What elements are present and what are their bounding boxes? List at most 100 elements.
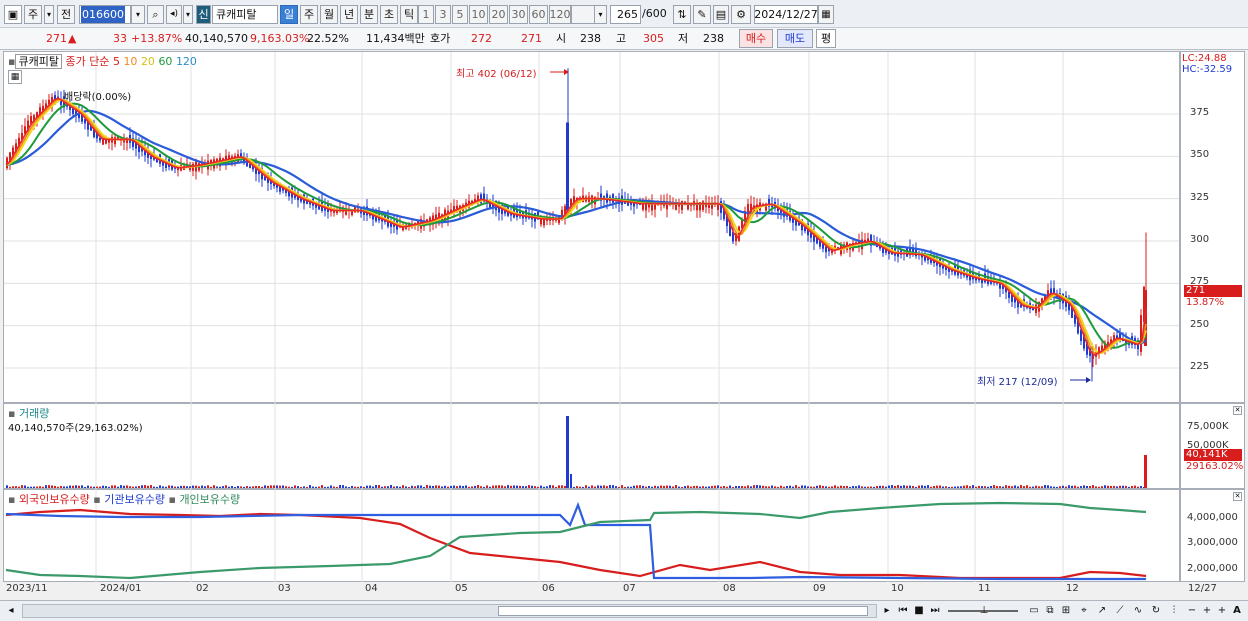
- scroll-right-icon[interactable]: ▸: [879, 603, 895, 619]
- hold-tick-2m: 2,000,000: [1187, 563, 1238, 574]
- scrollbar-track[interactable]: [22, 604, 877, 618]
- sell-button[interactable]: 매도: [777, 29, 813, 48]
- window-icon[interactable]: ▣: [4, 5, 22, 24]
- period-select[interactable]: 주: [24, 5, 42, 24]
- interval-1-button[interactable]: 1: [418, 5, 434, 24]
- prev-button[interactable]: 전: [57, 5, 75, 24]
- rewind-icon[interactable]: ⏮: [895, 603, 911, 619]
- legend-ma20: 20: [140, 55, 155, 68]
- speaker-dropdown-icon[interactable]: ▾: [183, 5, 193, 24]
- save-icon[interactable]: ▤: [713, 5, 729, 24]
- add-icon[interactable]: +: [1214, 603, 1230, 619]
- interval-5-button[interactable]: 5: [452, 5, 468, 24]
- new-badge[interactable]: 신: [196, 5, 211, 24]
- layout-icon[interactable]: ▭: [1026, 603, 1042, 619]
- period-1-button[interactable]: 주: [300, 5, 318, 24]
- scroll-left-icon[interactable]: ◂: [3, 603, 19, 619]
- price-axis: [1180, 51, 1245, 403]
- interval-30-button[interactable]: 30: [509, 5, 528, 24]
- volume-close-icon[interactable]: ✕: [1233, 406, 1242, 415]
- legend-ma120: 120: [175, 55, 197, 68]
- turnover: 22.52%: [307, 32, 349, 45]
- zoom-out-icon[interactable]: −: [1184, 603, 1200, 619]
- interval-10-button[interactable]: 10: [469, 5, 488, 24]
- count-input[interactable]: 265: [610, 5, 641, 24]
- x-label-13: 12/27: [1188, 583, 1217, 594]
- volume-pane[interactable]: [3, 403, 1180, 489]
- speaker-icon[interactable]: ◂): [166, 5, 182, 24]
- draw-tool-icon[interactable]: ✎: [693, 5, 711, 24]
- price-tick-225: 225: [1190, 361, 1210, 372]
- period-3-button[interactable]: 년: [340, 5, 358, 24]
- x-label-9: 09: [813, 583, 826, 594]
- stop-icon[interactable]: ■: [911, 603, 927, 619]
- scrollbar-thumb[interactable]: [498, 606, 868, 616]
- x-label-10: 10: [891, 583, 904, 594]
- interval-3-button[interactable]: 3: [435, 5, 451, 24]
- wave-icon[interactable]: ∿: [1130, 603, 1146, 619]
- price-pane[interactable]: [3, 51, 1180, 403]
- forward-icon[interactable]: ⏭: [927, 603, 943, 619]
- date-input[interactable]: 2024/12/27: [754, 5, 818, 24]
- x-label-8: 08: [723, 583, 736, 594]
- grid-icon[interactable]: ⊞: [1058, 603, 1074, 619]
- low-label: 저: [678, 32, 689, 45]
- period-0-button[interactable]: 일: [280, 5, 298, 24]
- volume-current-tag: 40,141K: [1184, 449, 1242, 461]
- x-label-3: 03: [278, 583, 291, 594]
- period-4-button[interactable]: 분: [360, 5, 378, 24]
- stock-name-field[interactable]: 큐캐피탈: [212, 5, 278, 24]
- period-5-button[interactable]: 초: [380, 5, 398, 24]
- period-dropdown-icon[interactable]: ▾: [44, 5, 54, 24]
- crosshair-icon[interactable]: ⌖: [1076, 603, 1092, 619]
- legend-stock: 큐캐피탈: [15, 54, 62, 69]
- high-label: 고: [616, 32, 627, 45]
- trend-icon[interactable]: ↗: [1094, 603, 1110, 619]
- period-6-button[interactable]: 틱: [400, 5, 418, 24]
- x-label-12: 12: [1066, 583, 1079, 594]
- hoga-ask: 272: [471, 32, 492, 45]
- zoom-handle-icon[interactable]: ⊥: [976, 603, 992, 619]
- count-total: /600: [642, 7, 667, 20]
- current-price-tag: 271: [1184, 285, 1242, 297]
- gear-icon[interactable]: ⚙: [731, 5, 751, 24]
- legend-foreign: 외국인보유수량: [18, 493, 90, 506]
- open-label: 시: [556, 32, 567, 45]
- x-label-2: 02: [196, 583, 209, 594]
- holding-close-icon[interactable]: ✕: [1233, 492, 1242, 501]
- volume-ratio: 9,163.03%: [250, 32, 310, 45]
- hoga-label: 호가: [430, 32, 451, 45]
- interval-60-button[interactable]: 60: [529, 5, 548, 24]
- toolbar: ▣ 주 ▾ 전 016600 ▾ ⌕ ◂) ▾ 신 큐캐피탈 일주월년분초틱 1…: [0, 0, 1248, 28]
- bottom-toolbar: ◂ ▸ ⏮ ■ ⏭ ⊥ ▭ ⧉ ⊞ ⌖ ↗ ⟋ ∿ ↻ ⫶ − + + A: [0, 600, 1248, 621]
- cycle-icon[interactable]: ↻: [1148, 603, 1164, 619]
- quote-bar: 271 ▲ 33 +13.87% 40,140,570 9,163.03% 22…: [0, 28, 1248, 50]
- hold-tick-4m: 4,000,000: [1187, 512, 1238, 523]
- buy-button[interactable]: 매수: [739, 29, 773, 48]
- change: 33: [113, 32, 127, 45]
- table-icon[interactable]: ▦: [8, 70, 22, 84]
- stock-code-input[interactable]: 016600: [79, 5, 131, 24]
- count-dropdown-icon[interactable]: ▾: [594, 5, 607, 24]
- volume: 40,140,570: [185, 32, 248, 45]
- price-tick-350: 350: [1190, 149, 1210, 161]
- legend-ma60: 60: [158, 55, 173, 68]
- calendar-icon[interactable]: ▦: [818, 5, 834, 24]
- zoom-in-icon[interactable]: +: [1199, 603, 1215, 619]
- interval-120-button[interactable]: 120: [549, 5, 571, 24]
- search-icon[interactable]: ⌕: [147, 5, 164, 24]
- eval-button[interactable]: 평: [816, 29, 836, 48]
- line-icon[interactable]: ⟋: [1112, 603, 1128, 619]
- text-tool-icon[interactable]: A: [1229, 603, 1245, 619]
- x-label-4: 04: [365, 583, 378, 594]
- fib-icon[interactable]: ⫶: [1166, 603, 1182, 619]
- split-icon[interactable]: ⧉: [1042, 603, 1058, 619]
- code-dropdown-icon[interactable]: ▾: [131, 5, 145, 24]
- legend-institution: 기관보유수량: [104, 493, 165, 506]
- chart-type-icon[interactable]: ⇅: [673, 5, 691, 24]
- open-value: 238: [580, 32, 601, 45]
- period-2-button[interactable]: 월: [320, 5, 338, 24]
- high-value: 305: [643, 32, 664, 45]
- interval-20-button[interactable]: 20: [489, 5, 508, 24]
- amount: 11,434백만: [366, 32, 425, 45]
